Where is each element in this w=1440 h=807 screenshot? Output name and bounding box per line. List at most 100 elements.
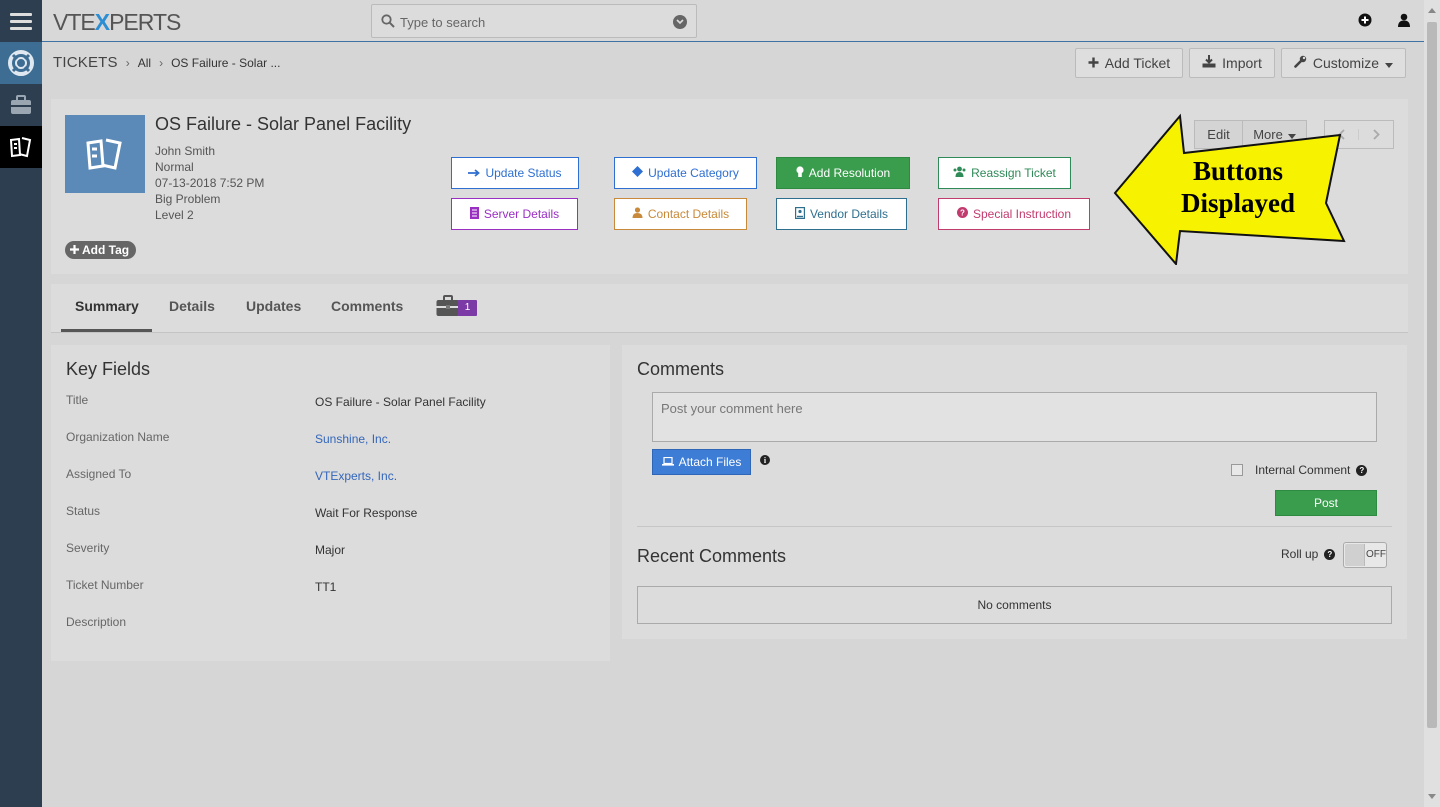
field-row: Assigned To VTExperts, Inc. [66,467,586,487]
arrow-right-icon [468,166,481,180]
breadcrumb-list[interactable]: All [138,56,151,70]
lightbulb-icon [796,165,804,181]
wrench-icon [1294,55,1307,71]
field-value: OS Failure - Solar Panel Facility [315,395,486,409]
tab-related-briefcase[interactable]: 1 [436,295,477,320]
comment-input[interactable] [652,392,1377,442]
field-row: Ticket Number TT1 [66,578,586,598]
server-details-button[interactable]: Server Details [451,198,578,230]
field-value: TT1 [315,580,337,594]
scroll-thumb[interactable] [1427,22,1437,728]
sub-header: TICKETS › All › OS Failure - Solar ... A… [42,43,1424,85]
global-search [371,4,697,38]
callout-text: Buttons Displayed [1180,156,1296,218]
internal-comment-label: Internal Comment [1255,463,1351,477]
record-priority: Normal [155,160,194,174]
field-row: Status Wait For Response [66,504,586,524]
contact-icon [632,207,643,221]
post-button[interactable]: Post [1275,490,1377,516]
update-status-button[interactable]: Update Status [451,157,579,189]
divider [637,526,1392,527]
plus-icon [1088,55,1099,71]
organization-link[interactable]: Sunshine, Inc. [315,432,391,446]
tickets-icon[interactable] [0,126,42,168]
add-icon[interactable] [1358,13,1372,30]
laptop-icon [661,455,674,469]
field-row: Description [66,615,586,635]
recent-comments-heading: Recent Comments [637,546,787,566]
chevron-right-icon[interactable] [1359,129,1393,140]
briefcase-icon[interactable] [0,84,42,126]
assigned-to-link[interactable]: VTExperts, Inc. [315,469,397,483]
field-label: Severity [66,541,110,555]
reassign-ticket-button[interactable]: Reassign Ticket [938,157,1071,189]
help-icon[interactable]: ? [1324,548,1336,560]
active-tab-indicator [61,329,152,332]
comments-heading: Comments [637,359,725,379]
comments-panel: Comments Attach Files i Internal Comment… [622,345,1407,639]
related-count-badge: 1 [458,299,477,316]
field-label: Assigned To [66,467,132,481]
field-label: Description [66,615,127,629]
info-icon[interactable]: i [760,455,770,465]
chevron-down-icon[interactable] [673,15,687,29]
import-button[interactable]: Import [1189,48,1275,78]
users-icon [953,166,966,180]
field-value: Major [315,543,346,557]
scroll-down-icon[interactable] [1428,794,1436,799]
field-label: Status [66,504,101,518]
field-row: Severity Major [66,541,586,561]
internal-comment-row: Internal Comment ? [1231,463,1368,477]
briefcase-icon [436,295,460,320]
add-tag-button[interactable]: Add Tag [65,241,137,259]
field-label: Title [66,393,89,407]
server-icon [469,206,479,222]
rollup-toggle[interactable]: OFF [1343,542,1387,568]
update-category-button[interactable]: Update Category [614,157,757,189]
contact-details-button[interactable]: Contact Details [614,198,747,230]
vertical-scrollbar[interactable] [1424,0,1440,807]
attach-files-button[interactable]: Attach Files [652,449,751,475]
app-logo[interactable]: VTEXPERTS [53,9,181,36]
callout-arrow: Buttons Displayed [1112,113,1348,265]
field-row: Title OS Failure - Solar Panel Facility [66,393,586,413]
ticket-avatar-icon [65,115,145,193]
tab-comments[interactable]: Comments [331,298,403,314]
question-circle-icon: ? [956,207,968,221]
record-tabs: Summary Details Updates Comments 1 [51,284,1408,333]
breadcrumb-record: OS Failure - Solar ... [171,55,281,70]
field-row: Organization Name Sunshine, Inc. [66,430,586,450]
record-level: Level 2 [155,208,194,222]
menu-icon[interactable] [0,0,42,42]
breadcrumb-module[interactable]: TICKETS [53,54,118,71]
field-label: Ticket Number [66,578,144,592]
scroll-up-icon[interactable] [1428,8,1436,13]
left-rail [0,0,42,807]
download-icon [1202,55,1216,71]
search-icon [381,14,395,31]
user-icon[interactable] [1398,13,1410,30]
vendor-card-icon [794,206,806,222]
svg-text:?: ? [960,209,965,218]
special-instruction-button[interactable]: ? Special Instruction [938,198,1090,230]
tab-updates[interactable]: Updates [246,298,301,314]
tab-summary[interactable]: Summary [75,298,139,314]
search-input[interactable] [400,12,660,32]
rollup-row: Roll up ? [1281,547,1336,561]
chevron-right-icon: › [125,55,130,70]
support-icon[interactable] [0,42,42,84]
no-comments-text: No comments [977,598,1052,612]
record-summary: John Smith Normal 07-13-2018 7:52 PM Big… [155,143,264,223]
caret-down-icon [1385,55,1393,71]
help-icon[interactable]: ? [1356,464,1368,476]
toggle-state: OFF [1366,549,1386,560]
vendor-details-button[interactable]: Vendor Details [776,198,907,230]
plus-icon [70,243,79,257]
customize-button[interactable]: Customize [1280,48,1406,78]
tab-details[interactable]: Details [169,298,215,314]
add-resolution-button[interactable]: Add Resolution [776,157,910,189]
add-ticket-button[interactable]: Add Ticket [1074,48,1184,78]
record-date: 07-13-2018 7:52 PM [155,176,265,190]
internal-comment-checkbox[interactable] [1231,464,1243,476]
breadcrumb: TICKETS › All › OS Failure - Solar ... [53,54,280,71]
